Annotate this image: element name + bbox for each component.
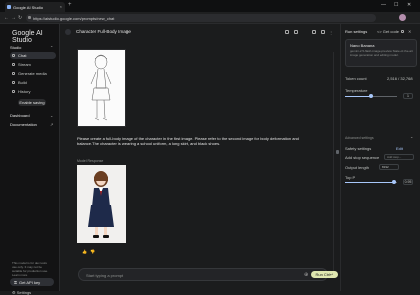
- open-icon[interactable]: [321, 30, 325, 34]
- run-settings-title: Run settings: [345, 29, 368, 34]
- tab-close-icon[interactable]: ×: [60, 4, 62, 9]
- stream-icon: [12, 63, 15, 66]
- prompt-composer[interactable]: Start typing a prompt ⊕ Run Ctrl↵: [78, 268, 338, 281]
- thumbs-down-icon[interactable]: 👎: [90, 249, 95, 254]
- output-length-input[interactable]: 8192: [379, 164, 399, 170]
- sidebar: Google AI Studio Studio ⌃ Chat Stream Ge…: [0, 24, 60, 295]
- safety-edit-link[interactable]: Edit: [396, 146, 403, 151]
- address-bar[interactable]: https://aistudio.google.com/prompts/new_…: [26, 14, 376, 22]
- sidebar-item-generate-media[interactable]: Generate media: [10, 70, 56, 77]
- close-icon[interactable]: ✕: [408, 29, 411, 34]
- more-icon[interactable]: ⋮: [329, 30, 333, 35]
- top-p-label: Top P: [345, 175, 356, 180]
- stop-sequence-input[interactable]: Add stop...: [384, 154, 414, 160]
- sidebar-item-build[interactable]: Build: [10, 79, 56, 86]
- temperature-slider-fill: [345, 96, 371, 97]
- page-title: Character Full-Body Image: [76, 29, 131, 34]
- top-p-slider-fill: [345, 182, 395, 183]
- compare-icon[interactable]: [285, 30, 289, 34]
- url-text: https://aistudio.google.com/prompts/new_…: [33, 15, 115, 21]
- sidebar-item-label: Stream: [18, 62, 31, 67]
- token-count-value: 2,516 / 32,768: [387, 76, 413, 81]
- sidebar-note: This model is for dev tools use only. It…: [12, 261, 49, 277]
- sidebar-item-stream[interactable]: Stream: [10, 61, 56, 68]
- model-selector[interactable]: Nano Banana gemini-2.5-flash-image-previ…: [345, 39, 417, 67]
- get-code-label: Get code: [382, 29, 400, 34]
- temperature-value-box[interactable]: 1: [403, 93, 413, 99]
- advanced-settings-label[interactable]: Advanced settings: [345, 136, 374, 140]
- history-icon: [12, 90, 15, 93]
- top-p-slider-thumb[interactable]: [392, 180, 397, 184]
- chevron-up-icon[interactable]: ⌃: [410, 136, 413, 141]
- enable-saving-button[interactable]: Enable saving: [18, 99, 46, 106]
- chat-icon: [12, 54, 15, 57]
- dashboard-section-label[interactable]: Dashboard: [10, 113, 30, 118]
- reload-icon[interactable]: ↻: [18, 15, 22, 21]
- add-media-icon[interactable]: ⊕: [304, 272, 308, 278]
- back-button[interactable]: [65, 29, 71, 35]
- stop-sequence-label: Add stop sequence: [345, 155, 380, 160]
- tab-title: Google AI Studio: [13, 4, 44, 10]
- top-p-value-box[interactable]: 0.95: [403, 179, 413, 185]
- sidebar-item-history[interactable]: History: [10, 88, 56, 95]
- new-tab-button[interactable]: +: [68, 2, 72, 8]
- temperature-label: Temperature: [345, 88, 368, 93]
- temperature-slider-thumb[interactable]: [369, 94, 373, 98]
- media-icon: [12, 72, 15, 75]
- key-icon: ⚿: [14, 279, 18, 285]
- chevron-down-icon[interactable]: ⌄: [50, 113, 53, 118]
- sidebar-item-label: Generate media: [18, 71, 47, 76]
- browser-tab[interactable]: Google AI Studio ×: [5, 2, 65, 12]
- get-code-button[interactable]: <> Get code: [377, 29, 399, 34]
- external-link-icon[interactable]: ↗: [50, 122, 53, 127]
- close-window-button[interactable]: ✕: [407, 2, 411, 8]
- share-icon[interactable]: [294, 30, 298, 34]
- back-nav-icon[interactable]: ←: [4, 15, 9, 21]
- profile-avatar[interactable]: [399, 14, 406, 21]
- chevron-up-icon[interactable]: ⌃: [50, 45, 53, 50]
- reference-image-sketch[interactable]: [77, 49, 126, 127]
- generated-image[interactable]: [77, 165, 126, 243]
- maximize-button[interactable]: ☐: [394, 2, 398, 8]
- output-length-label: Output length: [345, 165, 370, 170]
- sidebar-item-label: History: [18, 89, 31, 94]
- tune-icon[interactable]: [312, 30, 316, 34]
- edit-title-icon[interactable]: ✎: [126, 29, 129, 34]
- code-icon: <>: [377, 29, 382, 34]
- sidebar-item-label: Build: [18, 80, 27, 85]
- model-description: gemini-2.5-flash-image-preview State-of-…: [350, 49, 413, 57]
- get-api-key-label: Get API key: [19, 279, 41, 285]
- studio-section-label[interactable]: Studio: [10, 45, 21, 50]
- scrollbar[interactable]: [333, 52, 334, 278]
- sidebar-item-chat[interactable]: Chat: [10, 52, 56, 59]
- panel-resize-handle[interactable]: [336, 150, 339, 154]
- model-response-label: Model Response: [77, 159, 104, 163]
- prompt-input[interactable]: Start typing a prompt: [86, 273, 123, 278]
- sidebar-item-label: Chat: [18, 53, 27, 58]
- safety-settings-label: Safety settings: [345, 146, 372, 151]
- thumbs-up-icon[interactable]: 👍: [82, 249, 87, 254]
- favicon-icon: [7, 5, 11, 9]
- build-icon: [12, 81, 15, 84]
- forward-nav-icon[interactable]: →: [11, 15, 16, 21]
- main-panel: Character Full-Body Image ✎ ⋮ Please cre…: [61, 24, 339, 291]
- user-prompt: Please create a full-body image of the c…: [77, 136, 299, 146]
- token-count-label: Token count: [345, 76, 367, 81]
- run-settings-panel: Run settings <> Get code ✕ Nano Banana g…: [340, 24, 420, 291]
- minimize-button[interactable]: —: [381, 2, 386, 8]
- documentation-link[interactable]: Documentation: [10, 122, 37, 127]
- run-button[interactable]: Run Ctrl↵: [311, 271, 338, 278]
- app-logo[interactable]: Google AI Studio: [12, 30, 59, 44]
- get-api-key-button[interactable]: ⚿ Get API key: [10, 278, 54, 286]
- model-name: Nano Banana: [350, 43, 375, 48]
- browser-tab-bar: Google AI Studio × + — ☐ ✕: [0, 0, 420, 12]
- reset-icon[interactable]: [401, 30, 404, 33]
- lock-icon: [28, 16, 31, 19]
